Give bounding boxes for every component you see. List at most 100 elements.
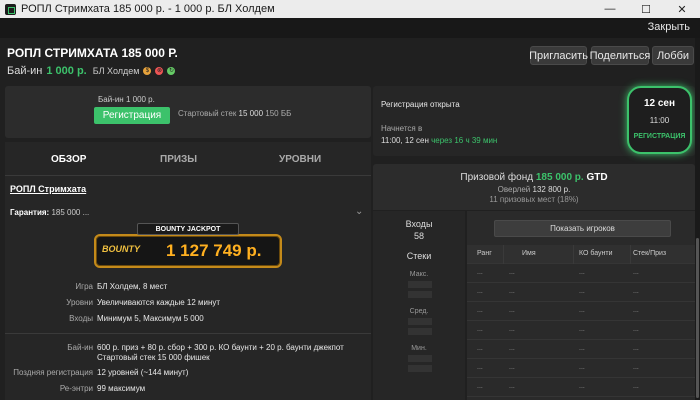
guarantee-label: Гарантия: (10, 208, 50, 217)
buyin-label: Бай-ин (7, 65, 43, 77)
stack-bb: 150 ББ (265, 109, 292, 118)
scrollbar-thumb[interactable] (696, 238, 699, 398)
players-panel: Показать игроков Ранг Имя КО баунти Стек… (467, 211, 695, 400)
close-link[interactable]: Закрыть (648, 21, 690, 33)
table-cell: ... (579, 307, 585, 314)
minimize-icon[interactable]: — (592, 0, 628, 18)
players-table: Ранг Имя КО баунти Стек/Приз ... ... ...… (467, 245, 695, 400)
stacks-label: Стеки (406, 251, 432, 261)
table-cell: ... (509, 345, 515, 352)
starting-stack-text: Стартовый стек 15 000 фишек (97, 353, 210, 362)
tab-levels[interactable]: УРОВНИ (279, 154, 321, 165)
tabs: ОБЗОР ПРИЗЫ УРОВНИ (5, 142, 371, 176)
prize-fund-label: Призовой фонд (460, 172, 534, 183)
buyin-breakdown: 600 р. приз + 80 р. сбор + 300 р. КО бау… (97, 343, 344, 352)
share-button[interactable]: Поделиться (590, 46, 650, 65)
avg-stack-bar (408, 318, 432, 325)
table-cell: ... (579, 326, 585, 333)
table-cell: ... (633, 383, 639, 390)
table-cell: ... (579, 345, 585, 352)
tab-overview[interactable]: ОБЗОР (51, 154, 86, 165)
register-button[interactable]: Регистрация (94, 107, 170, 124)
detail-value: БЛ Холдем, 8 мест (97, 282, 168, 291)
jackpot-amount: 1 127 749 р. (166, 241, 262, 260)
starting-stack: Стартовый стек 15 000 150 ББ (178, 109, 291, 118)
table-cell: ... (509, 364, 515, 371)
tournament-title: РОПЛ СТРИМХАТА 185 000 Р. (7, 46, 178, 60)
invite-button[interactable]: Пригласить (529, 46, 588, 65)
close-icon[interactable]: ✕ (664, 0, 700, 18)
registration-panel: Бай-ин 1 000 р. Регистрация Стартовый ст… (5, 86, 371, 138)
overlay-value: 132 800 р. (532, 185, 571, 194)
window-controls: — ☐ ✕ (592, 0, 700, 18)
reentry-key: Ре-энтри (59, 384, 93, 393)
table-row[interactable]: ... ... ... ... (467, 378, 695, 397)
buyin-amount: 1 000 р. (46, 65, 87, 77)
table-cell: ... (633, 288, 639, 295)
column-header[interactable]: Стек/Приз (633, 250, 666, 257)
table-row[interactable]: ... ... ... ... (467, 359, 695, 378)
stats-panel: Входы 58 Стеки Макс. Сред. Мин. (373, 211, 465, 400)
table-cell: ... (477, 307, 483, 314)
table-row[interactable]: ... ... ... ... (467, 340, 695, 359)
table-row[interactable]: ... ... ... ... (467, 283, 695, 302)
column-header[interactable]: Ранг (477, 250, 492, 257)
lobby-button[interactable]: Лобби (652, 46, 694, 65)
column-header[interactable]: Имя (522, 250, 536, 257)
table-cell: ... (477, 364, 483, 371)
guarantee-value: 185 000 ... (51, 208, 90, 217)
table-row[interactable]: ... ... ... ... (467, 264, 695, 283)
table-cell: ... (579, 364, 585, 371)
table-cell: ... (579, 269, 585, 276)
badge-time: 11:00 (649, 116, 670, 125)
stack-label: Стартовый стек (178, 109, 237, 118)
show-players-button[interactable]: Показать игроков (494, 220, 671, 237)
table-cell: ... (509, 269, 515, 276)
column-header[interactable]: КО баунти (579, 250, 613, 257)
detail-value: Минимум 5, Максимум 5 000 (97, 314, 204, 323)
entries-value: 58 (413, 231, 424, 241)
reentry-value: 99 максимум (97, 384, 146, 393)
max-stack-bar (408, 291, 432, 298)
chevron-down-icon[interactable]: ⌄ (355, 206, 363, 217)
avg-stack-bar (408, 328, 432, 335)
close-bar: Закрыть (0, 18, 700, 38)
table-row[interactable]: ... ... ... ... (467, 321, 695, 340)
info-panel: ОБЗОР ПРИЗЫ УРОВНИ РОПЛ Стримхата Гарант… (5, 142, 371, 400)
min-stack-bar (408, 365, 432, 372)
overlay: Оверлей 132 800 р. (373, 185, 695, 194)
tab-prizes[interactable]: ПРИЗЫ (160, 154, 197, 165)
badge-date: 12 сен (643, 98, 676, 109)
table-row[interactable]: ... ... ... ... (467, 302, 695, 321)
table-cell: ... (633, 307, 639, 314)
late-reg-value: 12 уровней (~144 минут) (97, 368, 189, 377)
registration-status: Регистрация открыта (381, 100, 460, 109)
overlay-label: Оверлей (497, 185, 531, 194)
date-badge: 12 сен 11:00 РЕГИСТРАЦИЯ (627, 86, 692, 154)
prize-fund-amount: 185 000 р. (535, 172, 584, 183)
table-cell: ... (509, 288, 515, 295)
detail-value: Увеличиваются каждые 12 минут (97, 298, 221, 307)
table-cell: ... (633, 364, 639, 371)
starts-label: Начнется в (381, 124, 423, 133)
detail-key: Входы (69, 314, 93, 323)
gtd-label: GTD (586, 172, 608, 183)
table-cell: ... (477, 288, 483, 295)
game-type: БЛ Холдем (92, 66, 140, 76)
table-cell: ... (579, 383, 585, 390)
divider (5, 333, 371, 334)
tournament-name: РОПЛ Стримхата (10, 184, 87, 194)
table-cell: ... (633, 326, 639, 333)
prize-fund: Призовой фонд 185 000 р. GTD (373, 172, 695, 183)
table-cell: ... (477, 269, 483, 276)
window-title: РОПЛ Стримхата 185 000 р. - 1 000 р. БЛ … (21, 3, 275, 15)
maximize-icon[interactable]: ☐ (628, 0, 664, 18)
scrollbar[interactable] (695, 38, 700, 400)
prize-panel: Призовой фонд 185 000 р. GTD Оверлей 132… (373, 164, 695, 210)
entries-label: Входы (405, 219, 433, 229)
jackpot-label: BOUNTY JACKPOT (137, 223, 239, 235)
min-stack-label: Мин. (411, 345, 427, 352)
knockout-badge-icon: ⊗ (155, 67, 164, 75)
late-reg-key: Поздняя регистрация (13, 368, 93, 377)
stack-value: 15 000 (238, 109, 264, 118)
